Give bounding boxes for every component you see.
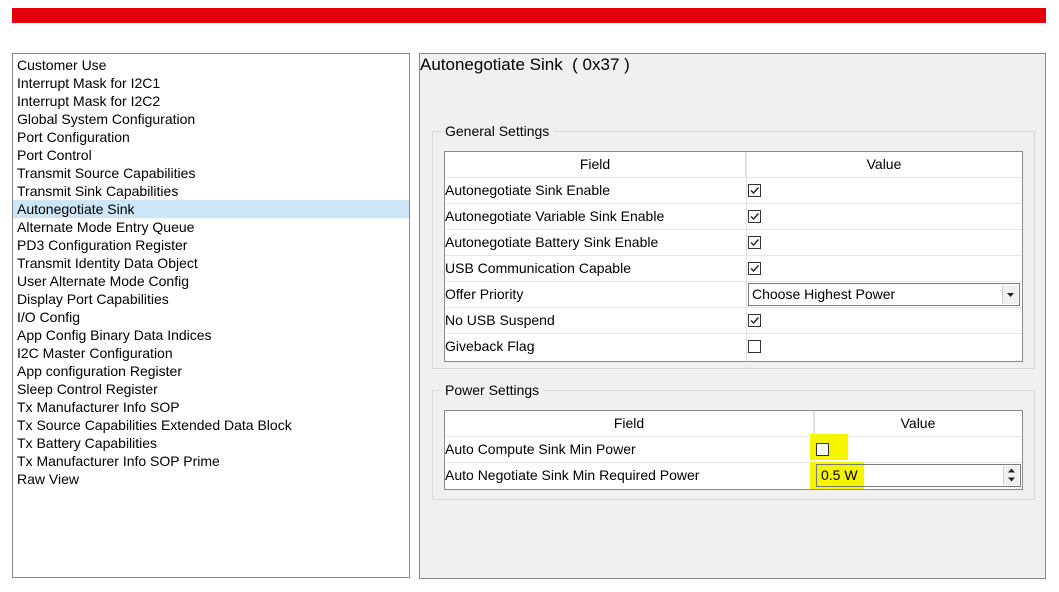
nav-item-user-alternate-mode-config[interactable]: User Alternate Mode Config [13,272,409,290]
autonegotiate-sink-enable-checkbox[interactable] [748,184,761,197]
row-offer-priority: Offer Priority Choose Highest Power [445,281,1022,307]
offer-priority-select[interactable]: Choose Highest Power [748,283,1020,306]
no-usb-suspend-checkbox[interactable] [748,314,761,327]
nav-item-tx-manufacturer-info-sop[interactable]: Tx Manufacturer Info SOP [13,398,409,416]
usb-communication-capable-checkbox[interactable] [748,262,761,275]
row-autonegotiate-sink-enable: Autonegotiate Sink Enable [445,177,1022,203]
nav-item-interrupt-mask-i2c2[interactable]: Interrupt Mask for I2C2 [13,92,409,110]
autonegotiate-variable-sink-enable-checkbox[interactable] [748,210,761,223]
field-label: Offer Priority [445,286,524,302]
nav-item-customer-use[interactable]: Customer Use [13,56,409,74]
min-required-power-spinbox[interactable]: 0.5 W [816,464,1021,487]
general-settings-grid: Field Value Autonegotiate Sink Enable Au… [444,151,1023,362]
chevron-down-icon [1008,477,1015,482]
auto-compute-sink-min-power-checkbox[interactable] [816,443,829,456]
field-label: Auto Compute Sink Min Power [445,441,636,457]
nav-item-port-control[interactable]: Port Control [13,146,409,164]
nav-item-transmit-sink-capabilities[interactable]: Transmit Sink Capabilities [13,182,409,200]
column-header-field: Field [445,152,746,177]
nav-item-tx-battery-capabilities[interactable]: Tx Battery Capabilities [13,434,409,452]
field-label: Autonegotiate Sink Enable [445,182,611,198]
giveback-flag-checkbox[interactable] [748,340,761,353]
check-icon [750,239,760,247]
nav-item-interrupt-mask-i2c1[interactable]: Interrupt Mask for I2C1 [13,74,409,92]
nav-item-alternate-mode-entry-queue[interactable]: Alternate Mode Entry Queue [13,218,409,236]
nav-item-io-config[interactable]: I/O Config [13,308,409,326]
row-usb-communication-capable: USB Communication Capable [445,255,1022,281]
nav-item-port-configuration[interactable]: Port Configuration [13,128,409,146]
grid-header: Field Value [445,411,1022,436]
general-settings-label: General Settings [441,123,554,139]
chevron-down-icon [1007,293,1014,297]
row-autonegotiate-battery-sink-enable: Autonegotiate Battery Sink Enable [445,229,1022,255]
nav-item-app-config-binary-data-indices[interactable]: App Config Binary Data Indices [13,326,409,344]
nav-item-tx-manufacturer-info-sop-prime[interactable]: Tx Manufacturer Info SOP Prime [13,452,409,470]
nav-item-tx-source-capabilities-extended[interactable]: Tx Source Capabilities Extended Data Blo… [13,416,409,434]
chevron-up-icon [1008,468,1015,473]
column-header-value: Value [866,156,902,172]
check-icon [750,213,760,221]
check-icon [750,265,760,273]
nav-item-app-configuration-register[interactable]: App configuration Register [13,362,409,380]
nav-item-transmit-source-capabilities[interactable]: Transmit Source Capabilities [13,164,409,182]
nav-item-autonegotiate-sink[interactable]: Autonegotiate Sink [13,200,409,218]
column-header-value: Value [900,415,936,431]
general-settings-group: General Settings Field Value Autonegotia… [432,123,1035,369]
power-settings-group: Power Settings Field Value Auto Compute … [432,382,1035,500]
min-required-power-value: 0.5 W [821,467,858,483]
nav-item-pd3-configuration-register[interactable]: PD3 Configuration Register [13,236,409,254]
grid-header: Field Value [445,152,1022,177]
check-icon [750,317,760,325]
spin-down-button[interactable] [1004,475,1019,484]
field-label: Auto Negotiate Sink Min Required Power [445,467,700,483]
nav-item-i2c-master-configuration[interactable]: I2C Master Configuration [13,344,409,362]
field-label: Autonegotiate Battery Sink Enable [445,234,659,250]
nav-item-sleep-control-register[interactable]: Sleep Control Register [13,380,409,398]
field-label: USB Communication Capable [445,260,631,276]
nav-item-transmit-identity-data-object[interactable]: Transmit Identity Data Object [13,254,409,272]
row-autonegotiate-variable-sink-enable: Autonegotiate Variable Sink Enable [445,203,1022,229]
nav-item-display-port-capabilities[interactable]: Display Port Capabilities [13,290,409,308]
nav-item-raw-view[interactable]: Raw View [13,470,409,488]
power-settings-grid: Field Value Auto Compute Sink Min Power … [444,410,1023,490]
check-icon [750,187,760,195]
column-header-field: Field [445,411,814,436]
row-giveback-flag: Giveback Flag [445,333,1022,361]
row-auto-compute-sink-min-power: Auto Compute Sink Min Power [445,434,1022,462]
field-label: Giveback Flag [445,338,535,354]
settings-panel: Autonegotiate Sink ( 0x37 ) General Sett… [419,53,1046,579]
field-label: No USB Suspend [445,312,555,328]
dropdown-button[interactable] [1002,285,1018,304]
field-label: Autonegotiate Variable Sink Enable [445,208,665,224]
row-auto-negotiate-sink-min-required-power: Auto Negotiate Sink Min Required Power 0… [445,462,1022,489]
spin-up-button[interactable] [1004,466,1019,475]
page-title: Autonegotiate Sink ( 0x37 ) [420,55,630,74]
brand-bar [12,8,1046,23]
power-settings-label: Power Settings [441,382,544,398]
offer-priority-value: Choose Highest Power [752,286,896,302]
autonegotiate-battery-sink-enable-checkbox[interactable] [748,236,761,249]
register-list[interactable]: Customer Use Interrupt Mask for I2C1 Int… [12,53,410,578]
spin-buttons [1003,466,1019,485]
nav-item-global-system-configuration[interactable]: Global System Configuration [13,110,409,128]
row-no-usb-suspend: No USB Suspend [445,307,1022,333]
